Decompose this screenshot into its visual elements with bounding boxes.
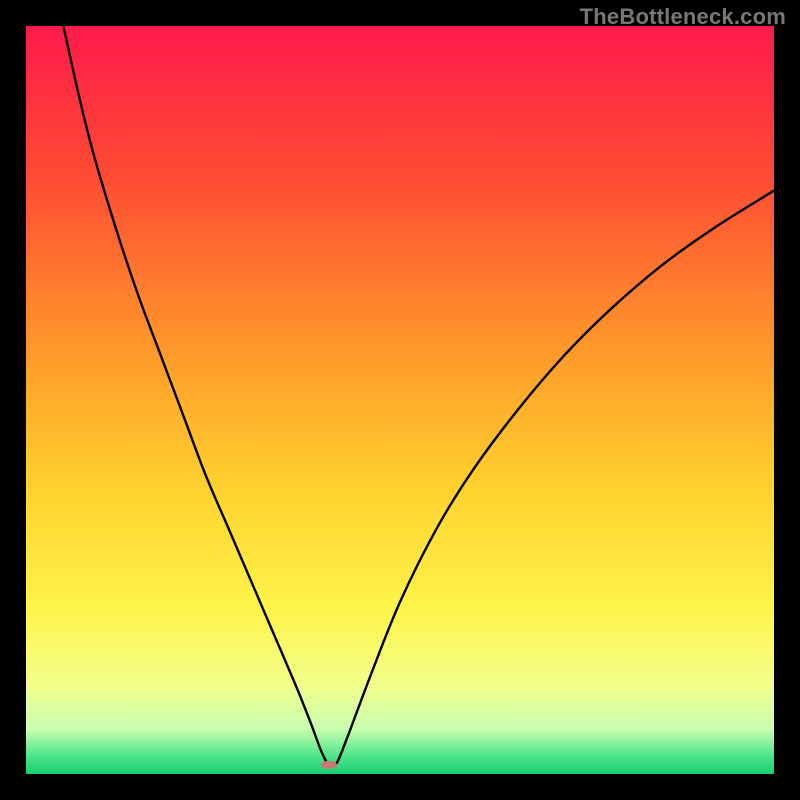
gradient-background	[26, 26, 774, 774]
optimal-marker	[321, 761, 337, 769]
watermark-text: TheBottleneck.com	[580, 4, 786, 30]
chart-frame: TheBottleneck.com	[0, 0, 800, 800]
bottleneck-chart	[26, 26, 774, 774]
